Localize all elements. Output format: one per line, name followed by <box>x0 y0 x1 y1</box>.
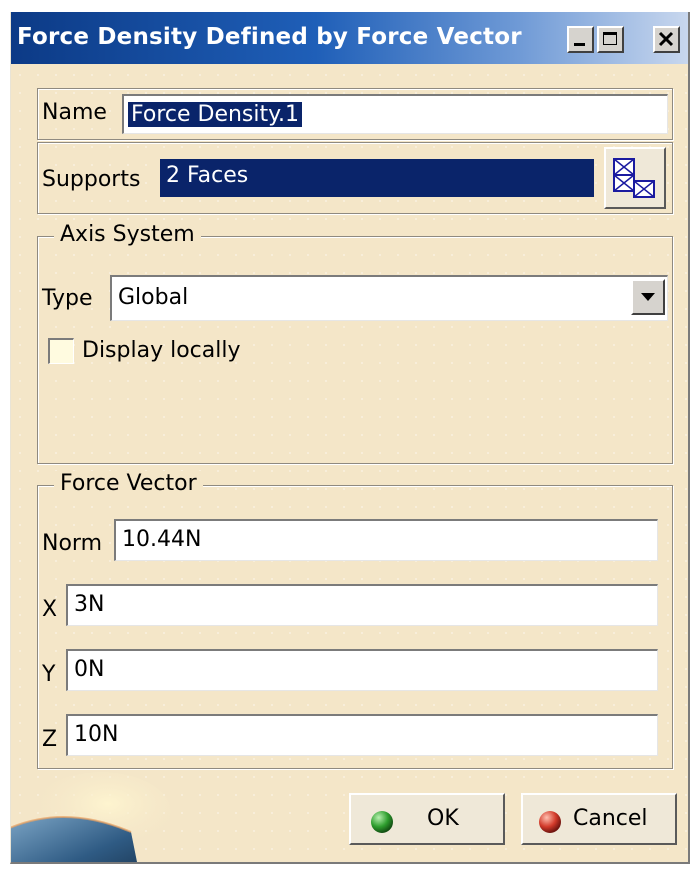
maximize-icon <box>603 32 617 45</box>
z-field[interactable]: 10N <box>66 714 658 756</box>
dialog-window: Force Density Defined by Force Vector Na… <box>10 12 690 864</box>
axis-system-group: Axis System Type Global Display locally <box>37 222 673 464</box>
x-label: X <box>42 597 58 622</box>
display-locally-label: Display locally <box>82 338 241 363</box>
cancel-label: Cancel <box>573 806 648 831</box>
y-value: 0N <box>74 657 105 682</box>
type-dropdown-button[interactable] <box>631 279 665 315</box>
faces-selection-icon <box>613 158 655 198</box>
force-vector-group: Force Vector Norm 10.44N X 3N Y 0N Z 10N <box>37 471 673 769</box>
cancel-button[interactable]: Cancel <box>521 793 677 845</box>
close-button[interactable] <box>653 26 680 53</box>
x-value: 3N <box>74 592 105 617</box>
name-field[interactable]: Force Density.1 <box>122 94 668 134</box>
supports-field[interactable]: 2 Faces <box>160 159 594 197</box>
name-label: Name <box>42 100 107 125</box>
axis-system-legend: Axis System <box>54 222 201 247</box>
minimize-button[interactable] <box>567 26 594 53</box>
maximize-button[interactable] <box>597 26 624 53</box>
chevron-down-icon <box>641 293 655 301</box>
supports-group: Supports 2 Faces <box>37 142 673 214</box>
supports-value: 2 Faces <box>166 163 249 188</box>
type-value: Global <box>118 285 189 310</box>
y-field[interactable]: 0N <box>66 649 658 691</box>
type-dropdown[interactable]: Global <box>110 275 668 321</box>
norm-label: Norm <box>42 531 103 556</box>
window-title: Force Density Defined by Force Vector <box>17 24 522 50</box>
ok-button[interactable]: OK <box>349 793 505 845</box>
z-value: 10N <box>74 722 119 747</box>
name-value: Force Density.1 <box>128 102 303 127</box>
title-bar[interactable]: Force Density Defined by Force Vector <box>11 12 688 64</box>
norm-value: 10.44N <box>122 527 202 552</box>
force-vector-legend: Force Vector <box>54 471 203 496</box>
x-field[interactable]: 3N <box>66 584 658 626</box>
ok-label: OK <box>427 806 459 831</box>
y-label: Y <box>42 662 56 687</box>
type-label: Type <box>42 286 93 311</box>
z-label: Z <box>42 727 58 752</box>
green-ball-icon <box>371 811 393 833</box>
supports-label: Supports <box>42 167 141 192</box>
close-icon <box>658 31 674 47</box>
red-ball-icon <box>539 811 561 833</box>
name-group: Name Force Density.1 <box>37 88 673 140</box>
decorative-planet-graphic <box>11 772 171 862</box>
minimize-icon <box>574 43 585 46</box>
norm-field[interactable]: 10.44N <box>114 519 658 561</box>
supports-select-button[interactable] <box>604 147 666 209</box>
display-locally-checkbox[interactable] <box>48 338 74 364</box>
